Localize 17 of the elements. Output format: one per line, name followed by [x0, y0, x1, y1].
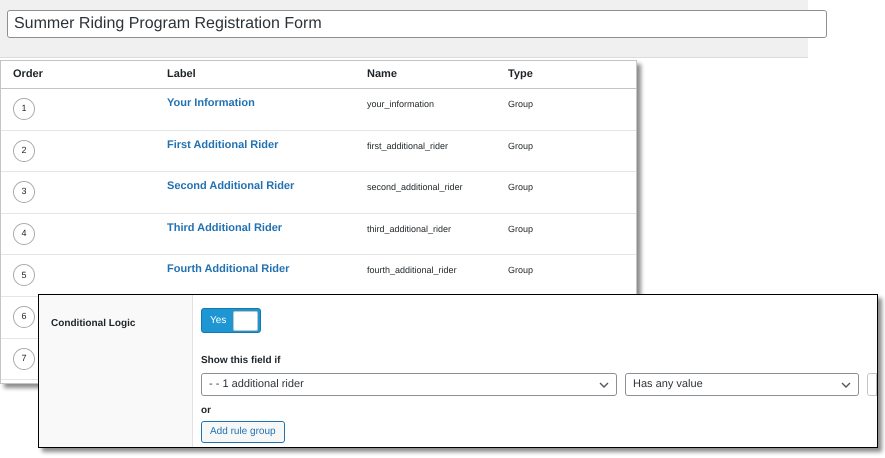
rule-heading: Show this field if: [201, 354, 282, 368]
or-label: or: [201, 404, 212, 418]
column-header: Order: [13, 68, 43, 80]
field-type: Group: [508, 99, 534, 109]
column-header: Label: [167, 68, 196, 80]
field-type: Group: [508, 140, 534, 151]
column-header: Type: [508, 68, 533, 80]
field-name: your_information: [367, 99, 434, 109]
field-type: Group: [508, 182, 534, 192]
field-name: third_additional_rider: [367, 224, 452, 234]
column-header: Name: [367, 68, 397, 80]
field-name: first_additional_rider: [367, 140, 448, 151]
field-name: second_additional_rider: [367, 182, 463, 192]
field-type: Group: [508, 224, 534, 234]
field-label: Conditional Logic: [51, 318, 136, 329]
field-name: fourth_additional_rider: [367, 265, 457, 276]
field-type: Group: [508, 265, 534, 276]
